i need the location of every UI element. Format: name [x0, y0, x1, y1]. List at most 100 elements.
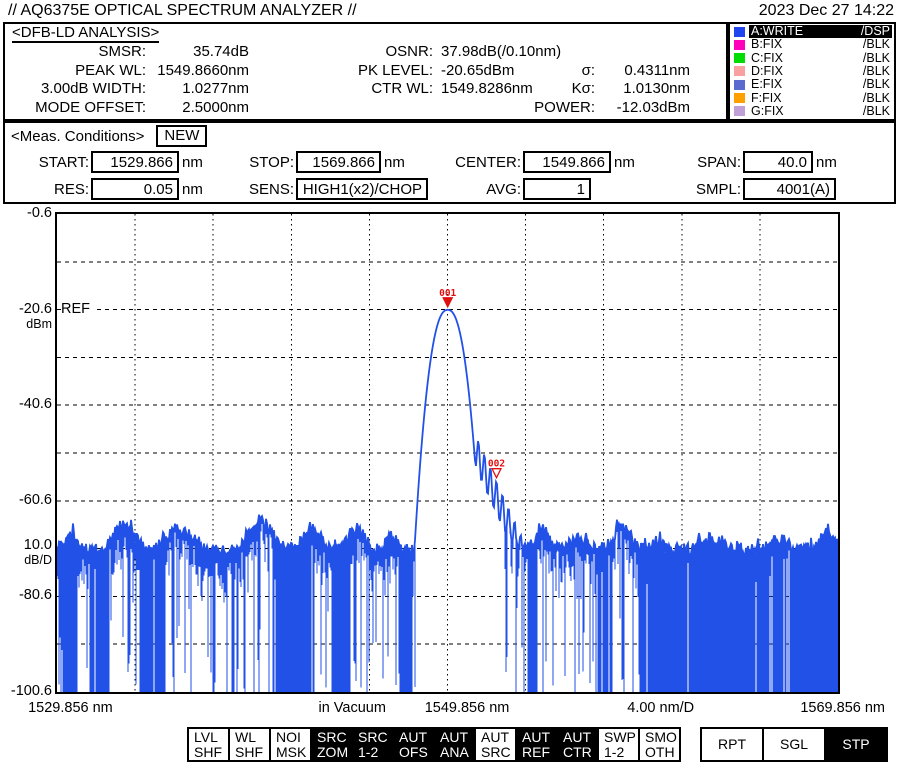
peak-marker-label: 001	[439, 288, 456, 299]
center-input[interactable]: 1549.866	[523, 151, 611, 173]
osa-screen: // AQ6375E OPTICAL SPECTRUM ANALYZER // …	[0, 0, 899, 768]
analysis-label: 3.00dB WIDTH:	[5, 80, 146, 99]
trace-row-d[interactable]: D:FIX/BLK	[732, 65, 892, 78]
analysis-value: 1549.8286nm	[441, 80, 533, 99]
sweep-key-group: RPT SGL STP	[700, 727, 888, 762]
trace-mode: /BLK	[863, 92, 890, 105]
span-field: SPAN: 40.0 nm	[657, 151, 837, 173]
trace-mode: /BLK	[863, 65, 890, 78]
analysis-label: PK LEVEL:	[249, 62, 433, 81]
new-button[interactable]: NEW	[156, 125, 207, 147]
analysis-value: 0.4311nm	[595, 62, 690, 81]
trace-name: F:FIX	[751, 92, 863, 105]
smpl-input[interactable]: 4001(A)	[743, 178, 836, 200]
y-tick-label: -0.6	[27, 206, 52, 221]
softkey-lvl-shf[interactable]: LVLSHF	[187, 727, 230, 762]
softkey-aut-ref[interactable]: AUTREF	[515, 727, 558, 762]
analysis-value: 1.0277nm	[146, 80, 249, 99]
plot-area[interactable]: 001 002 REF	[55, 212, 840, 694]
analysis-title: <DFB-LD ANALYSIS>	[12, 25, 159, 43]
trace-color-swatch	[734, 53, 745, 63]
trace-row-g[interactable]: G:FIX/BLK	[732, 105, 892, 118]
y-tick-label: 10.0	[24, 538, 52, 553]
x-axis-label: 4.00 nm/D	[627, 700, 694, 716]
stop-input[interactable]: 1569.866	[296, 151, 381, 173]
trace-row-b[interactable]: B:FIX/BLK	[732, 38, 892, 51]
analysis-label: CTR WL:	[249, 80, 433, 99]
trace-row-a[interactable]: A:WRITE/DSP	[732, 25, 892, 38]
sens-field: SENS: HIGH1(x2)/CHOP	[208, 178, 431, 200]
x-axis-label: in Vacuum	[318, 700, 385, 716]
softkey-aut-ana[interactable]: AUTANA	[433, 727, 476, 762]
x-axis-label: 1569.856 nm	[800, 700, 885, 716]
y-axis-labels: -0.6-20.6dBm-40.6-60.610.0dB/D-80.6-100.…	[0, 204, 52, 720]
softkey-aut-ctr[interactable]: AUTCTR	[556, 727, 599, 762]
trace-name: B:FIX	[751, 38, 863, 51]
softkey-aut-ofs[interactable]: AUTOFS	[392, 727, 435, 762]
softkey-wl-shf[interactable]: WLSHF	[228, 727, 271, 762]
span-unit: nm	[816, 154, 837, 171]
trace-color-swatch	[734, 80, 745, 90]
softkey-smo-oth[interactable]: SMOOTH	[638, 727, 681, 762]
y-tick-label: -80.6	[19, 588, 52, 603]
datetime: 2023 Dec 27 14:22	[759, 2, 894, 20]
analysis-value: 1.0130nm	[595, 80, 690, 99]
center-unit: nm	[614, 154, 635, 171]
avg-input[interactable]: 1	[523, 178, 591, 200]
start-input[interactable]: 1529.866	[91, 151, 179, 173]
softkey-src-zom[interactable]: SRCZOM	[310, 727, 353, 762]
softkey-toolbar: LVLSHF WLSHF NOIMSK SRCZOM SRC1-2 AUTOFS…	[187, 727, 681, 762]
analysis-value: -20.65dBm	[441, 62, 514, 81]
center-label: CENTER:	[433, 154, 521, 171]
sens-input[interactable]: HIGH1(x2)/CHOP	[296, 178, 428, 200]
trace-row-e[interactable]: E:FIX/BLK	[732, 78, 892, 91]
trace-name: C:FIX	[751, 52, 863, 65]
analysis-value: 37.98dB(/0.10nm)	[441, 43, 561, 62]
trace-color-swatch	[734, 27, 745, 37]
spectrum-trace-svg: 001 002	[57, 214, 838, 692]
key-stp[interactable]: STP	[824, 727, 888, 762]
analysis-label	[249, 99, 433, 118]
span-label: SPAN:	[657, 154, 741, 171]
analysis-row: SMSR: 35.74dB OSNR: 37.98dB(/0.10nm)	[5, 43, 726, 62]
softkey-aut-src[interactable]: AUTSRC	[474, 727, 517, 762]
stop-field: STOP: 1569.866 nm	[208, 151, 405, 173]
smpl-field: SMPL: 4001(A)	[657, 178, 839, 200]
analysis-label: SMSR:	[5, 43, 146, 62]
analysis-label: POWER:	[534, 99, 595, 118]
trace-mode: /DSP	[861, 25, 890, 38]
span-input[interactable]: 40.0	[743, 151, 813, 173]
title-bar: // AQ6375E OPTICAL SPECTRUM ANALYZER // …	[0, 0, 899, 22]
analysis-label: σ:	[582, 62, 595, 81]
softkey-swp-1-2[interactable]: SWP1-2	[597, 727, 640, 762]
trace-mode: /BLK	[863, 38, 890, 51]
trace-name: D:FIX	[751, 65, 863, 78]
analysis-row: 3.00dB WIDTH: 1.0277nm CTR WL: 1549.8286…	[5, 80, 726, 99]
x-axis-label: 1549.856 nm	[425, 700, 510, 716]
y-tick-label: dBm	[26, 317, 52, 332]
sens-label: SENS:	[208, 181, 294, 198]
y-tick-label: -40.6	[19, 397, 52, 412]
softkey-src-1-2[interactable]: SRC1-2	[351, 727, 394, 762]
peak-marker-label: 002	[488, 459, 505, 470]
trace-color-swatch	[734, 93, 745, 103]
start-field: START: 1529.866 nm	[5, 151, 203, 173]
res-field: RES: 0.05 nm	[5, 178, 203, 200]
start-label: START:	[5, 154, 89, 171]
softkey-noi-msk[interactable]: NOIMSK	[269, 727, 312, 762]
measurement-conditions-panel: <Meas. Conditions> NEW START: 1529.866 n…	[3, 121, 896, 204]
key-sgl[interactable]: SGL	[762, 727, 826, 762]
trace-row-c[interactable]: C:FIX/BLK	[732, 52, 892, 65]
start-unit: nm	[182, 154, 203, 171]
analysis-row: MODE OFFSET: 2.5000nm POWER:-12.03dBm	[5, 99, 726, 118]
trace-row-f[interactable]: F:FIX/BLK	[732, 92, 892, 105]
smpl-label: SMPL:	[657, 181, 741, 198]
trace-color-swatch	[734, 66, 745, 76]
ref-level-label: REF	[61, 301, 93, 318]
center-field: CENTER: 1549.866 nm	[433, 151, 635, 173]
trace-mode: /BLK	[863, 78, 890, 91]
y-tick-label: -60.6	[19, 493, 52, 508]
key-rpt[interactable]: RPT	[700, 727, 764, 762]
trace-legend: A:WRITE/DSP B:FIX/BLK C:FIX/BLK D:FIX/BL…	[728, 22, 896, 121]
res-input[interactable]: 0.05	[91, 178, 179, 200]
